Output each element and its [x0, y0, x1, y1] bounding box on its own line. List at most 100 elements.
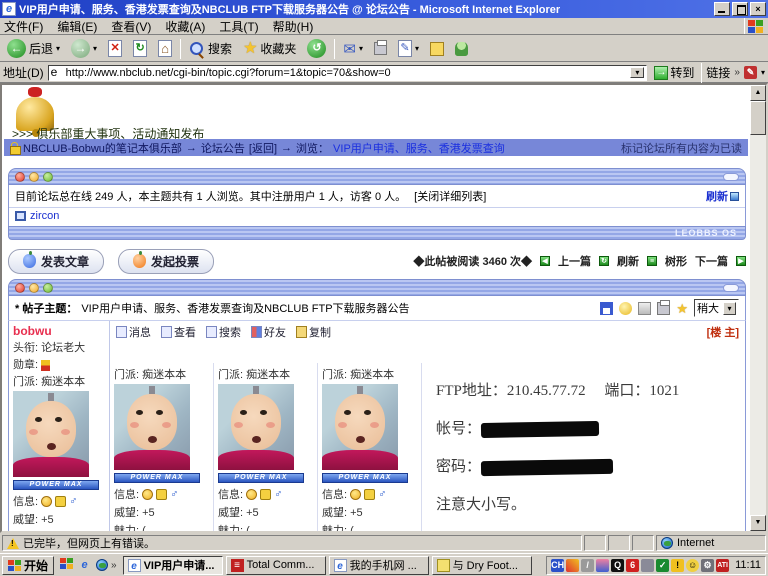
toolbar-separator [180, 39, 181, 59]
next-arrow-icon[interactable]: ▶ [736, 256, 746, 266]
back-button[interactable]: ← 后退 ▾ [4, 37, 63, 61]
next-topic-link[interactable]: 下一篇 [695, 253, 728, 269]
messenger-button[interactable] [452, 37, 471, 61]
home-button[interactable]: ⌂ [155, 37, 175, 61]
menu-edit[interactable]: 编辑(E) [57, 18, 97, 35]
tray-firewall-icon[interactable]: ✓ [656, 559, 669, 572]
online-user-link[interactable]: zircon [30, 210, 59, 222]
message-button[interactable]: 消息 [116, 324, 151, 340]
mac-close-icon[interactable] [15, 283, 25, 293]
tray-flashget-icon[interactable]: 6 [626, 559, 639, 572]
input-method-indicator[interactable]: CH [551, 559, 564, 572]
prev-topic-link[interactable]: 上一篇 [558, 253, 591, 269]
addressbar-extra-icon[interactable]: ✎ [744, 66, 757, 79]
minimize-button[interactable] [714, 2, 730, 16]
save-topic-icon[interactable] [600, 302, 613, 315]
new-poll-button[interactable]: 发起投票 [118, 249, 214, 274]
restore-button[interactable] [732, 2, 748, 16]
breadcrumb-club[interactable]: NBCLUB-Bobwu的笔记本俱乐部 [23, 140, 182, 156]
prev-arrow-icon[interactable]: ◀ [540, 256, 550, 266]
tray-warning-icon[interactable]: ! [671, 559, 684, 572]
qq-icon[interactable] [55, 496, 66, 507]
links-chevron-icon[interactable]: » [734, 67, 740, 78]
discuss-button[interactable] [427, 37, 447, 61]
search-button[interactable]: 搜索 [186, 37, 235, 61]
menu-help[interactable]: 帮助(H) [273, 18, 314, 35]
scrollbar-thumb[interactable] [750, 101, 766, 135]
panel-collapse-icon[interactable] [723, 284, 739, 292]
mac-zoom-icon[interactable] [43, 283, 53, 293]
view-profile-button[interactable]: 查看 [161, 324, 196, 340]
stop-button[interactable]: ✕ [105, 37, 125, 61]
extra-dropdown-icon[interactable]: ▾ [761, 68, 765, 77]
mail-button[interactable]: ✉ ▾ [340, 37, 366, 61]
menu-tools[interactable]: 工具(T) [219, 18, 258, 35]
forward-button[interactable]: → ▾ [68, 37, 100, 61]
outlook-launch-icon[interactable] [94, 558, 109, 573]
task-button-vip[interactable]: e VIP用户申请... [123, 556, 223, 575]
tray-ati-icon[interactable]: ATI [716, 559, 729, 572]
menu-file[interactable]: 文件(F) [4, 18, 43, 35]
vertical-scrollbar[interactable]: ▲ ▼ [750, 85, 766, 531]
tray-qq-icon[interactable]: Q [611, 559, 624, 572]
refresh-topic-link[interactable]: 刷新 [617, 253, 639, 269]
tree-view-link[interactable]: 树形 [665, 253, 687, 269]
script-error-icon[interactable] [7, 538, 19, 549]
mac-minimize-icon[interactable] [29, 283, 39, 293]
ie-launch-icon[interactable]: e [77, 558, 92, 573]
print-button[interactable] [371, 37, 390, 61]
read-mode-icon[interactable] [638, 302, 651, 315]
alert-icon[interactable] [619, 302, 632, 315]
tray-msn-icon[interactable] [596, 559, 609, 572]
mac-zoom-icon[interactable] [43, 172, 53, 182]
tray-smiley-icon[interactable]: ☺ [686, 559, 699, 572]
menu-favorites[interactable]: 收藏(A) [165, 18, 205, 35]
copy-button[interactable]: 复制 [296, 324, 331, 340]
breadcrumb-topic[interactable]: VIP用户申请、服务、香港发票查询 [333, 140, 505, 156]
scroll-down-icon[interactable]: ▼ [750, 515, 766, 531]
mac-close-icon[interactable] [15, 172, 25, 182]
menu-view[interactable]: 查看(V) [111, 18, 151, 35]
breadcrumb-forum[interactable]: 论坛公告 [201, 140, 245, 156]
address-input[interactable]: e http://www.nbclub.net/cgi-bin/topic.cg… [48, 65, 648, 81]
favorites-button[interactable]: ★ 收藏夹 [240, 37, 299, 61]
task-button-totalcmd[interactable]: ≡ Total Comm... [226, 556, 326, 575]
poster-name[interactable]: bobwu [13, 324, 105, 338]
show-desktop-icon[interactable] [60, 558, 75, 573]
tray-pen-icon[interactable]: / [581, 559, 594, 572]
tray-utility-icon[interactable] [641, 559, 654, 572]
font-size-select[interactable]: 稍大 ▾ [694, 299, 739, 317]
refresh-nav-icon[interactable]: ↻ [599, 256, 609, 266]
start-button[interactable]: 开始 [2, 556, 54, 575]
smiley-icon[interactable] [41, 496, 52, 507]
mail-dropdown-icon[interactable]: ▾ [359, 44, 363, 53]
refresh-button[interactable]: ↻ [130, 37, 150, 61]
go-button[interactable]: → 转到 [651, 61, 697, 85]
address-dropdown-icon[interactable]: ▾ [630, 67, 644, 78]
breadcrumb-back-link[interactable]: [返回] [249, 140, 277, 156]
close-button[interactable]: × [750, 2, 766, 16]
new-post-button[interactable]: 发表文章 [8, 249, 104, 274]
forward-dropdown-icon[interactable]: ▾ [93, 44, 97, 53]
panel-collapse-icon[interactable] [723, 173, 739, 181]
close-detail-link[interactable]: [关闭详细列表] [414, 188, 486, 204]
back-dropdown-icon[interactable]: ▾ [56, 44, 60, 53]
quicklaunch-chevron-icon[interactable]: » [111, 560, 117, 571]
print-topic-icon[interactable] [657, 302, 670, 315]
add-friend-button[interactable]: 好友 [251, 324, 286, 340]
mark-read-link[interactable]: 标记论坛所有内容为已读 [621, 140, 742, 156]
stats-refresh-link[interactable]: 刷新 [706, 188, 739, 204]
search-posts-button[interactable]: 搜索 [206, 324, 241, 340]
task-button-phone-site[interactable]: e 我的手机网 ... [329, 556, 429, 575]
mac-minimize-icon[interactable] [29, 172, 39, 182]
task-button-dryfoot[interactable]: 与 Dry Foot... [432, 556, 532, 575]
edit-dropdown-icon[interactable]: ▾ [415, 44, 419, 53]
tray-gears-icon[interactable]: ⚙ [701, 559, 714, 572]
favorite-topic-icon[interactable]: ★ [676, 302, 688, 315]
tree-view-icon[interactable]: ≡ [647, 256, 657, 266]
scroll-up-icon[interactable]: ▲ [750, 85, 766, 101]
tray-antivirus-icon[interactable] [566, 559, 579, 572]
edit-button[interactable]: ✎ ▾ [395, 37, 422, 61]
history-button[interactable]: ↺ [304, 37, 329, 61]
links-label[interactable]: 链接 [706, 64, 730, 81]
